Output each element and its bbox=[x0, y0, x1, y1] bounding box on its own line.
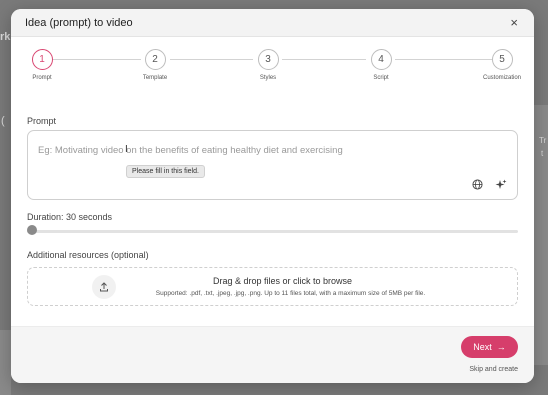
globe-icon-graphic bbox=[471, 179, 483, 190]
prompt-label: Prompt bbox=[27, 116, 57, 126]
file-dropzone[interactable]: Drag & drop files or click to browse Sup… bbox=[27, 267, 518, 306]
background-text-fragment: t bbox=[541, 149, 544, 158]
step-script[interactable]: 4 Script bbox=[351, 49, 411, 81]
validation-tooltip: Please fill in this field. bbox=[126, 165, 205, 178]
step-label: Script bbox=[373, 75, 389, 81]
modal-title: Idea (prompt) to video bbox=[25, 16, 133, 29]
step-number: 3 bbox=[257, 49, 279, 70]
background-panel bbox=[0, 330, 11, 395]
next-button[interactable]: Next → bbox=[461, 336, 518, 358]
dropzone-title: Drag & drop files or click to browse bbox=[212, 276, 353, 286]
modal-header: Idea (prompt) to video × bbox=[11, 9, 534, 37]
arrow-right-icon: → bbox=[496, 342, 506, 352]
duration-label: Duration: 30 seconds bbox=[27, 212, 113, 222]
step-number: 5 bbox=[491, 49, 513, 70]
step-customization[interactable]: 5 Customization bbox=[472, 49, 532, 81]
duration-slider-handle[interactable] bbox=[27, 225, 37, 235]
idea-to-video-modal: Idea (prompt) to video × 1 Prompt 2 Temp… bbox=[11, 9, 534, 383]
skip-and-create-link[interactable]: Skip and create bbox=[469, 366, 518, 373]
duration-slider-track[interactable] bbox=[27, 230, 518, 233]
step-label: Template bbox=[142, 75, 168, 81]
close-icon[interactable]: × bbox=[510, 16, 518, 29]
step-label: Customization bbox=[482, 75, 521, 81]
background-text-fragment: rk bbox=[0, 31, 11, 43]
step-label: Prompt bbox=[32, 75, 52, 81]
text-cursor-icon: I bbox=[125, 144, 128, 155]
step-label: Styles bbox=[259, 75, 277, 81]
additional-resources-label: Additional resources (optional) bbox=[27, 250, 149, 260]
step-styles[interactable]: 3 Styles bbox=[238, 49, 298, 81]
globe-icon[interactable] bbox=[471, 179, 483, 191]
sparkle-icon-graphic bbox=[495, 179, 507, 189]
step-number: 4 bbox=[370, 49, 392, 70]
dropzone-subtitle: Supported: .pdf, .txt, .jpeg, .jpg, .png… bbox=[155, 290, 426, 297]
sparkle-icon[interactable] bbox=[495, 179, 507, 191]
prompt-placeholder: Eg: Motivating video on the benefits of … bbox=[38, 145, 343, 156]
step-number: 1 bbox=[31, 49, 53, 70]
background-text-fragment: Tr bbox=[539, 136, 547, 145]
background-text-fragment: ( bbox=[1, 115, 5, 127]
step-prompt[interactable]: 1 Prompt bbox=[12, 49, 72, 81]
prompt-textarea[interactable]: Eg: Motivating video on the benefits of … bbox=[27, 130, 518, 200]
step-number: 2 bbox=[144, 49, 166, 70]
modal-footer: Next → Skip and create bbox=[11, 326, 534, 383]
next-button-label: Next bbox=[473, 342, 492, 352]
stepper: 1 Prompt 2 Template 3 Styles 4 Script 5 … bbox=[15, 37, 530, 99]
step-template[interactable]: 2 Template bbox=[125, 49, 185, 81]
